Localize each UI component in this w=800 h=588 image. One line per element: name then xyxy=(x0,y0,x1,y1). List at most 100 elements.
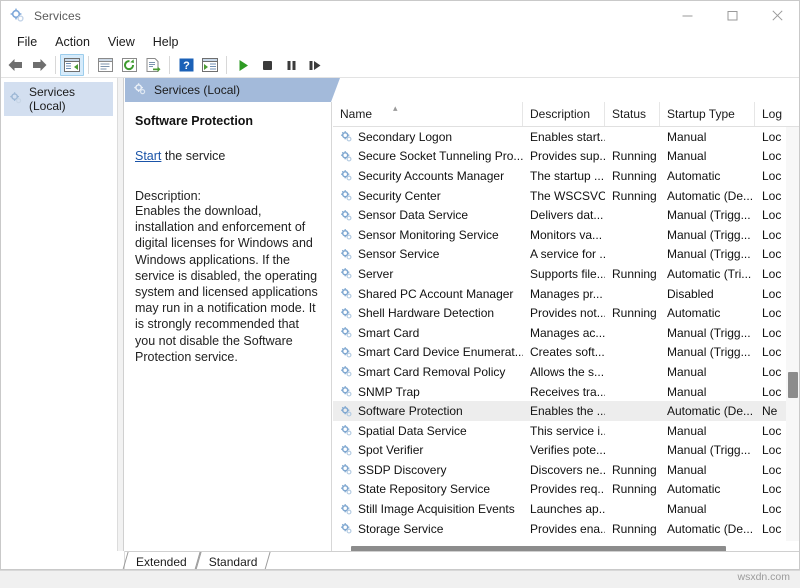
table-row[interactable]: Sensor ServiceA service for ...Manual (T… xyxy=(333,245,800,265)
cell-text: Security Center xyxy=(358,189,441,203)
service-gear-icon xyxy=(340,209,353,222)
show-action-pane-icon[interactable] xyxy=(198,54,222,76)
service-gear-icon xyxy=(340,228,353,241)
menu-view[interactable]: View xyxy=(99,33,144,51)
cell-logon: Loc xyxy=(755,189,786,203)
start-service-icon[interactable] xyxy=(231,54,255,76)
table-row[interactable]: Sensor Data ServiceDelivers dat...Manual… xyxy=(333,205,800,225)
cell-status: Running xyxy=(605,267,660,281)
table-row[interactable]: Storage ServiceProvides ena...RunningAut… xyxy=(333,519,800,539)
table-row[interactable]: Still Image Acquisition EventsLaunches a… xyxy=(333,499,800,519)
status-bar xyxy=(0,570,800,588)
cell-startup: Automatic (De... xyxy=(660,404,755,418)
list-rows-container: Secondary LogonEnables start...ManualLoc… xyxy=(333,127,800,541)
table-row[interactable]: Software ProtectionEnables the ...Automa… xyxy=(333,401,800,421)
table-row[interactable]: Smart Card Removal Policy Allows the s...… xyxy=(333,362,800,382)
stop-service-icon[interactable] xyxy=(255,54,279,76)
start-service-link[interactable]: Start xyxy=(135,149,161,163)
tab-extended[interactable]: Extended xyxy=(125,552,198,570)
cell-text: Sensor Monitoring Service xyxy=(358,228,499,242)
table-row[interactable]: State Repository ServiceProvides req...R… xyxy=(333,480,800,500)
column-header-startup-type[interactable]: Startup Type xyxy=(660,102,755,126)
cell-text: Smart Card Removal Policy xyxy=(358,365,505,379)
table-row[interactable]: SSDP DiscoveryDiscovers ne...RunningManu… xyxy=(333,460,800,480)
sort-ascending-icon: ▴ xyxy=(393,103,398,114)
properties-icon[interactable] xyxy=(93,54,117,76)
tree-node-label: Services (Local) xyxy=(29,85,108,113)
title-bar-left: Services xyxy=(0,7,81,24)
maximize-button[interactable] xyxy=(710,0,755,31)
service-gear-icon xyxy=(340,385,353,398)
cell-description: Enables the ... xyxy=(523,404,605,418)
cell-description: This service i... xyxy=(523,424,605,438)
cell-status: Running xyxy=(605,306,660,320)
cell-logon: Loc xyxy=(755,287,786,301)
cell-logon: Loc xyxy=(755,345,786,359)
help-icon[interactable]: ? xyxy=(174,54,198,76)
toolbar-separator xyxy=(169,56,170,74)
vertical-scrollbar-thumb[interactable] xyxy=(788,372,798,398)
close-button[interactable] xyxy=(755,0,800,31)
table-row[interactable]: Spatial Data ServiceThis service i...Man… xyxy=(333,421,800,441)
cell-text: Server xyxy=(358,267,393,281)
menu-action[interactable]: Action xyxy=(46,33,99,51)
cell-name: SNMP Trap xyxy=(333,385,523,399)
cell-description: Manages pr... xyxy=(523,287,605,301)
minimize-button[interactable] xyxy=(665,0,710,31)
service-gear-icon xyxy=(340,326,353,339)
service-gear-icon xyxy=(340,287,353,300)
table-row[interactable]: Spot VerifierVerifies pote...Manual (Tri… xyxy=(333,441,800,461)
pane-tab-services-local[interactable]: Services (Local) xyxy=(125,78,331,102)
restart-service-icon[interactable] xyxy=(303,54,327,76)
cell-logon: Loc xyxy=(755,385,786,399)
pane-splitter[interactable] xyxy=(118,78,124,560)
cell-status: Running xyxy=(605,169,660,183)
toolbar-separator xyxy=(88,56,89,74)
cell-logon: Loc xyxy=(755,482,786,496)
vertical-scrollbar[interactable] xyxy=(786,127,800,541)
cell-text: SSDP Discovery xyxy=(358,463,446,477)
cell-logon: Loc xyxy=(755,502,786,516)
column-header-log-on-as[interactable]: Log xyxy=(755,102,786,126)
cell-text: SNMP Trap xyxy=(358,385,420,399)
service-gear-icon xyxy=(340,307,353,320)
table-row[interactable]: Security Accounts ManagerThe startup ...… xyxy=(333,166,800,186)
table-row[interactable]: Secure Socket Tunneling Pro...Provides s… xyxy=(333,147,800,167)
cell-text: State Repository Service xyxy=(358,482,490,496)
forward-arrow-icon[interactable] xyxy=(27,54,51,76)
cell-startup: Automatic xyxy=(660,482,755,496)
menu-help[interactable]: Help xyxy=(144,33,188,51)
menu-file[interactable]: File xyxy=(8,33,46,51)
cell-name: Smart Card Removal Policy xyxy=(333,365,523,379)
cell-description: Provides not... xyxy=(523,306,605,320)
column-header-status[interactable]: Status xyxy=(605,102,660,126)
cell-name: Storage Service xyxy=(333,522,523,536)
cell-description: Monitors va... xyxy=(523,228,605,242)
view-tabs: Extended Standard xyxy=(125,551,800,570)
pane-tab-label: Services (Local) xyxy=(154,83,240,97)
table-row[interactable]: Shell Hardware DetectionProvides not...R… xyxy=(333,303,800,323)
table-row[interactable]: Smart CardManages ac...Manual (Trigg...L… xyxy=(333,323,800,343)
cell-description: Allows the s... xyxy=(523,365,605,379)
table-row[interactable]: SNMP TrapReceives tra...ManualLoc xyxy=(333,382,800,402)
table-row[interactable]: ServerSupports file...RunningAutomatic (… xyxy=(333,264,800,284)
table-row[interactable]: Secondary LogonEnables start...ManualLoc xyxy=(333,127,800,147)
table-row[interactable]: Security CenterThe WSCSVC...RunningAutom… xyxy=(333,186,800,206)
tree-node-services-local[interactable]: Services (Local) xyxy=(4,82,113,116)
service-gear-icon xyxy=(340,503,353,516)
cell-text: Spot Verifier xyxy=(358,443,423,457)
table-row[interactable]: Shared PC Account ManagerManages pr...Di… xyxy=(333,284,800,304)
table-row[interactable]: Sensor Monitoring ServiceMonitors va...M… xyxy=(333,225,800,245)
pause-service-icon[interactable] xyxy=(279,54,303,76)
cell-name: Server xyxy=(333,267,523,281)
column-header-description[interactable]: Description xyxy=(523,102,605,126)
cell-description: Manages ac... xyxy=(523,326,605,340)
tab-standard[interactable]: Standard xyxy=(198,552,269,570)
table-row[interactable]: Smart Card Device Enumerat...Creates sof… xyxy=(333,343,800,363)
column-header-name[interactable]: Name ▴ xyxy=(333,102,523,126)
export-list-icon[interactable] xyxy=(141,54,165,76)
cell-text: Smart Card xyxy=(358,326,419,340)
show-hide-console-tree-icon[interactable] xyxy=(60,54,84,76)
back-arrow-icon[interactable] xyxy=(3,54,27,76)
refresh-icon[interactable] xyxy=(117,54,141,76)
